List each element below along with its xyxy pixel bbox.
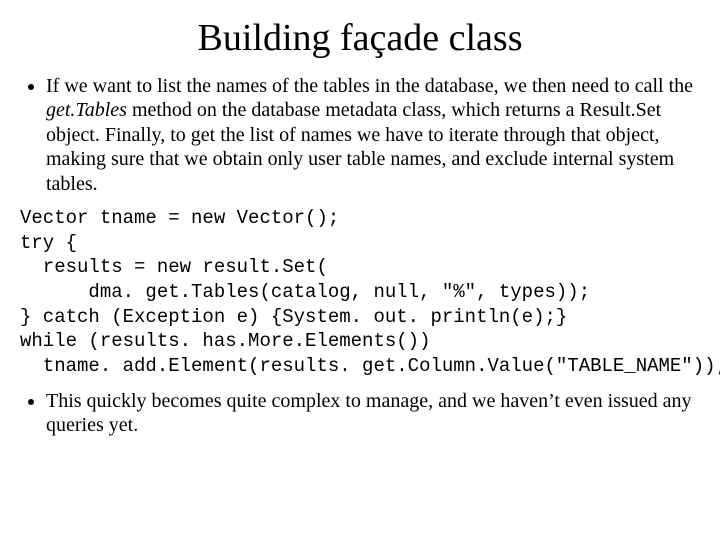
bullet-2: This quickly becomes quite complex to ma… bbox=[46, 389, 700, 438]
bullet-1-method: get.Tables bbox=[46, 99, 127, 121]
bullet-1: If we want to list the names of the tabl… bbox=[46, 74, 700, 196]
bullet-list-1: If we want to list the names of the tabl… bbox=[20, 74, 700, 196]
slide-title: Building façade class bbox=[20, 16, 700, 60]
bullet-1-text-b: method on the database metadata class, w… bbox=[46, 99, 674, 194]
slide: Building façade class If we want to list… bbox=[0, 0, 720, 540]
bullet-list-2: This quickly becomes quite complex to ma… bbox=[20, 389, 700, 438]
code-block: Vector tname = new Vector(); try { resul… bbox=[20, 206, 700, 379]
bullet-1-text-a: If we want to list the names of the tabl… bbox=[46, 75, 693, 97]
